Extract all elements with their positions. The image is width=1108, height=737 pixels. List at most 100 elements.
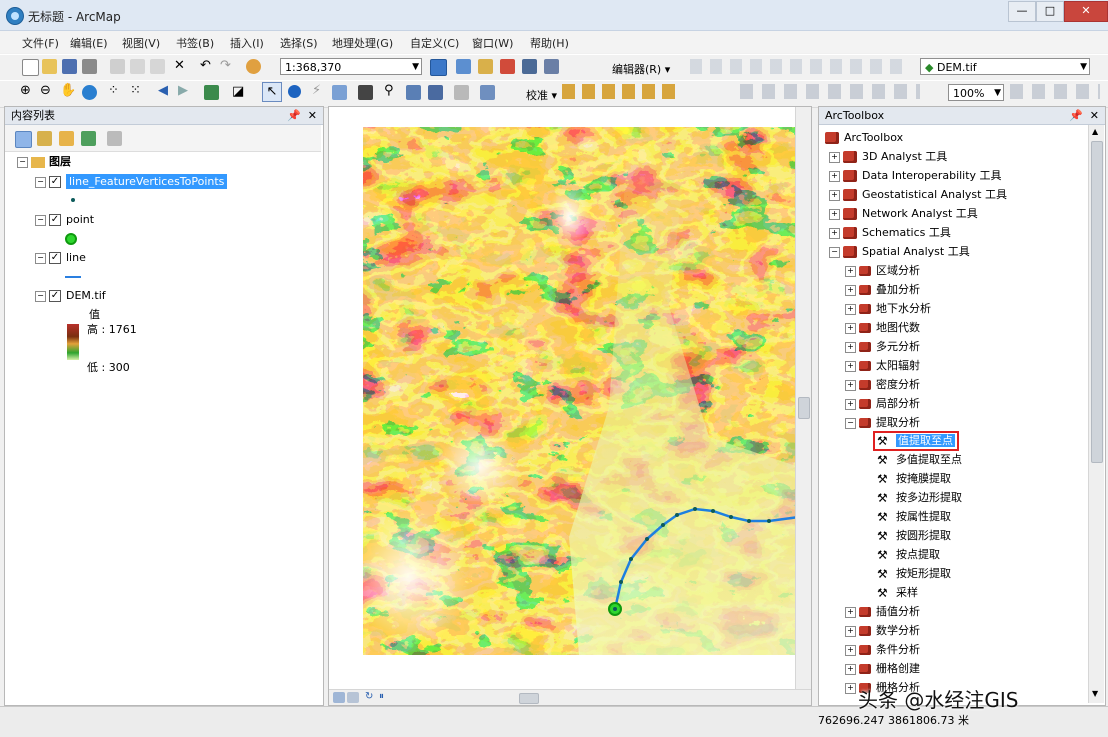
toolset-row[interactable]: + 地下水分析 xyxy=(845,300,931,318)
refresh-icon[interactable]: ↻ xyxy=(365,691,373,702)
undo-icon[interactable]: ↶ xyxy=(200,58,211,73)
toolbox-vscroll-thumb[interactable] xyxy=(1091,141,1103,463)
zoom-out-icon[interactable]: ⊖ xyxy=(40,83,51,98)
toolbox-item-network[interactable]: + Network Analyst 工具 xyxy=(829,205,978,223)
layer-name[interactable]: DEM.tif xyxy=(66,289,106,302)
layer-name[interactable]: point xyxy=(66,213,94,226)
tool-row[interactable]: ⚒ 多值提取至点 xyxy=(877,451,962,469)
fixed-zoom-out-icon[interactable]: ⁙ xyxy=(130,83,141,98)
hyperlink-icon[interactable]: ⚡ xyxy=(312,83,321,98)
new-document-icon[interactable] xyxy=(22,59,39,76)
scroll-down-icon[interactable]: ▼ xyxy=(1092,689,1098,698)
menu-bookmarks[interactable]: 书签(B) xyxy=(176,35,214,51)
toolbox-vertical-scrollbar[interactable]: ▲ ▼ xyxy=(1088,125,1104,703)
toc-options-icon[interactable] xyxy=(107,131,122,146)
arctoolbox-icon[interactable] xyxy=(500,59,515,74)
editor-toolbar-icon[interactable] xyxy=(430,59,447,76)
select-elements-icon[interactable]: ↖ xyxy=(262,82,282,102)
fixed-zoom-in-icon[interactable]: ⁘ xyxy=(108,83,119,98)
measure-icon[interactable] xyxy=(358,85,373,100)
map-display[interactable]: ↻ ⏸ xyxy=(328,106,812,706)
tool-row[interactable]: ⚒ 按属性提取 xyxy=(877,508,951,526)
toolset-row[interactable]: + 多元分析 xyxy=(845,338,920,356)
map-vertical-scrollbar[interactable] xyxy=(795,107,811,689)
toolbox-item-3d-analyst[interactable]: +3D Analyst 工具 xyxy=(829,148,947,166)
menu-edit[interactable]: 编辑(E) xyxy=(70,35,108,51)
arctoolbox-pin-icon[interactable]: 📌 xyxy=(1069,107,1083,125)
menu-geoprocessing[interactable]: 地理处理(G) xyxy=(332,35,393,51)
copy-icon[interactable] xyxy=(130,59,145,74)
toolbox-item-schematics[interactable]: + Schematics 工具 xyxy=(829,224,951,242)
toolset-row[interactable]: + 区域分析 xyxy=(845,262,920,280)
menu-customize[interactable]: 自定义(C) xyxy=(410,35,459,51)
toc-layer-row-0[interactable]: − ✓ line_FeatureVerticesToPoints xyxy=(35,173,228,191)
toolset-row[interactable]: + 栅格创建 xyxy=(845,660,920,678)
toolset-row-extraction[interactable]: − 提取分析 xyxy=(845,414,920,432)
find-route-icon[interactable] xyxy=(406,85,421,100)
maximize-button[interactable]: □ xyxy=(1036,1,1064,22)
toolbox-item-spatial-analyst[interactable]: − Spatial Analyst 工具 xyxy=(829,243,970,261)
clear-selection-icon[interactable]: ◪ xyxy=(232,84,244,99)
paste-icon[interactable] xyxy=(150,59,165,74)
zoom-in-icon[interactable]: ⊕ xyxy=(20,83,31,98)
toolset-row[interactable]: + 条件分析 xyxy=(845,641,920,659)
layer-visibility-checkbox[interactable]: ✓ xyxy=(49,290,61,302)
toolset-row[interactable]: + 插值分析 xyxy=(845,603,920,621)
pause-drawing-icon[interactable]: ⏸ xyxy=(379,691,384,702)
toolbox-item-geostatistical[interactable]: + Geostatistical Analyst 工具 xyxy=(829,186,1007,204)
map-scale-combo[interactable]: 1:368,370 ▼ xyxy=(280,58,422,75)
layer-visibility-checkbox[interactable]: ✓ xyxy=(49,252,61,264)
find-icon[interactable]: ⚲ xyxy=(384,83,394,98)
georeference-menu[interactable]: 校准 ▾ xyxy=(526,87,557,103)
tool-row[interactable]: ⚒ 按多边形提取 xyxy=(877,489,962,507)
toc-layer-row-2[interactable]: − ✓ line xyxy=(35,249,86,267)
identify-icon[interactable] xyxy=(288,85,301,98)
open-folder-icon[interactable] xyxy=(42,59,57,74)
layer-name[interactable]: line xyxy=(66,251,86,264)
add-data-icon[interactable] xyxy=(246,59,261,74)
toolset-row[interactable]: + 叠加分析 xyxy=(845,281,920,299)
menu-file[interactable]: 文件(F) xyxy=(22,35,59,51)
html-popup-icon[interactable] xyxy=(332,85,347,100)
save-icon[interactable] xyxy=(62,59,77,74)
tool-row[interactable]: ⚒ 按圆形提取 xyxy=(877,527,951,545)
close-button[interactable]: ✕ xyxy=(1064,1,1108,22)
select-features-icon[interactable] xyxy=(204,85,219,100)
toolbox-item-data-interop[interactable]: + Data Interoperability 工具 xyxy=(829,167,1002,185)
list-by-visibility-icon[interactable] xyxy=(59,131,74,146)
dem-map-canvas[interactable] xyxy=(329,107,811,705)
time-slider-icon[interactable] xyxy=(454,85,469,100)
list-by-drawing-order-icon[interactable] xyxy=(15,131,32,148)
menu-insert[interactable]: 插入(I) xyxy=(230,35,264,51)
model-builder-icon[interactable] xyxy=(544,59,559,74)
delete-icon[interactable]: ✕ xyxy=(174,58,185,73)
layer-combo[interactable]: ◆ DEM.tif ▼ xyxy=(920,58,1090,75)
toolset-row[interactable]: + 太阳辐射 xyxy=(845,357,920,375)
cut-icon[interactable] xyxy=(110,59,125,74)
pan-icon[interactable]: ✋ xyxy=(60,83,76,98)
table-of-contents-icon[interactable] xyxy=(456,59,471,74)
print-icon[interactable] xyxy=(82,59,97,74)
editing-tools-group[interactable] xyxy=(690,59,910,74)
layer-visibility-checkbox[interactable]: ✓ xyxy=(49,214,61,226)
redo-icon[interactable]: ↷ xyxy=(220,58,231,73)
map-hscroll-thumb[interactable] xyxy=(519,693,539,704)
minimize-button[interactable]: — xyxy=(1008,1,1036,22)
menu-help[interactable]: 帮助(H) xyxy=(530,35,569,51)
layer-name[interactable]: line_FeatureVerticesToPoints xyxy=(66,174,228,189)
spatial-analysis-tools[interactable] xyxy=(562,84,682,99)
toc-close-icon[interactable]: ✕ xyxy=(308,107,317,125)
toolset-row[interactable]: + 数学分析 xyxy=(845,622,920,640)
toolset-row[interactable]: + 密度分析 xyxy=(845,376,920,394)
toc-root-row[interactable]: − 图层 xyxy=(17,153,71,171)
map-vscroll-thumb[interactable] xyxy=(798,397,810,419)
zoom-percent-combo[interactable]: 100% ▼ xyxy=(948,84,1004,101)
arctoolbox-close-icon[interactable]: ✕ xyxy=(1090,107,1099,125)
layout-view-icon[interactable] xyxy=(347,692,359,703)
editor-menu[interactable]: 编辑器(R) ▾ xyxy=(612,61,670,77)
python-window-icon[interactable] xyxy=(522,59,537,74)
create-viewer-icon[interactable] xyxy=(480,85,495,100)
tool-row[interactable]: ⚒ 按矩形提取 xyxy=(877,565,951,583)
goto-xy-icon[interactable] xyxy=(428,85,443,100)
list-by-source-icon[interactable] xyxy=(37,131,52,146)
